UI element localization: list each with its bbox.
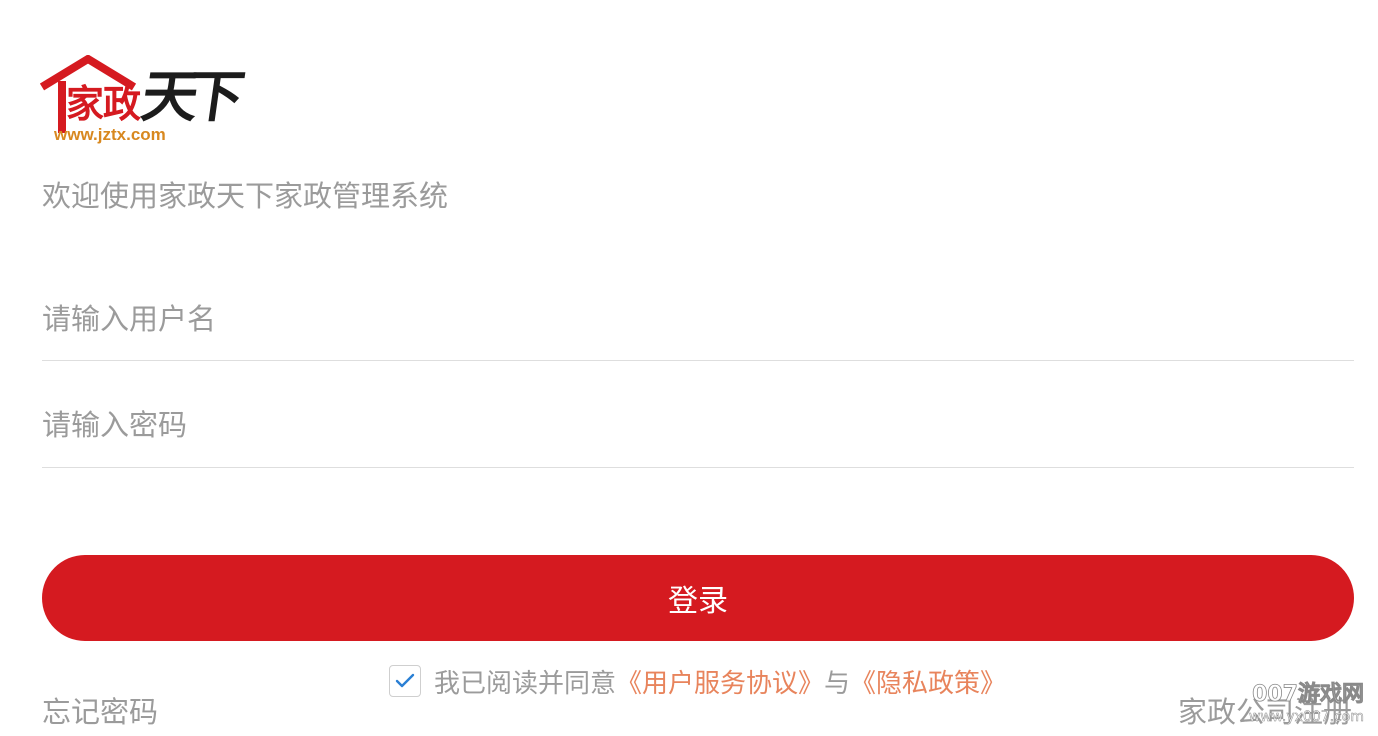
company-register-link[interactable]: 家政公司注册: [1178, 692, 1352, 732]
agreement-joiner: 与: [824, 668, 851, 699]
logo-url: www.jztx.com: [54, 125, 166, 144]
password-field: [42, 396, 1354, 468]
login-button[interactable]: 登录: [42, 555, 1354, 641]
privacy-policy-link[interactable]: 《隐私政策》: [850, 663, 1006, 700]
service-agreement-link[interactable]: 《用户服务协议》: [616, 663, 824, 700]
logo-name-brush: 天下: [137, 64, 239, 130]
logo-name-cn: 家政: [66, 82, 141, 126]
forgot-password-link[interactable]: 忘记密码: [42, 692, 158, 732]
password-input[interactable]: [42, 396, 1354, 454]
username-field: [42, 290, 1354, 361]
agreement-row: 我已阅读并同意 《用户服务协议》 与 《隐私政策》: [389, 663, 1006, 699]
username-input[interactable]: [42, 290, 1354, 348]
brand-logo: 家政 天下 www.jztx.com: [40, 55, 260, 167]
checkmark-icon: [395, 673, 415, 688]
agreement-checkbox[interactable]: [389, 665, 421, 697]
agreement-prefix: 我已阅读并同意: [434, 668, 617, 699]
welcome-text: 欢迎使用家政天下家政管理系统: [42, 179, 449, 213]
